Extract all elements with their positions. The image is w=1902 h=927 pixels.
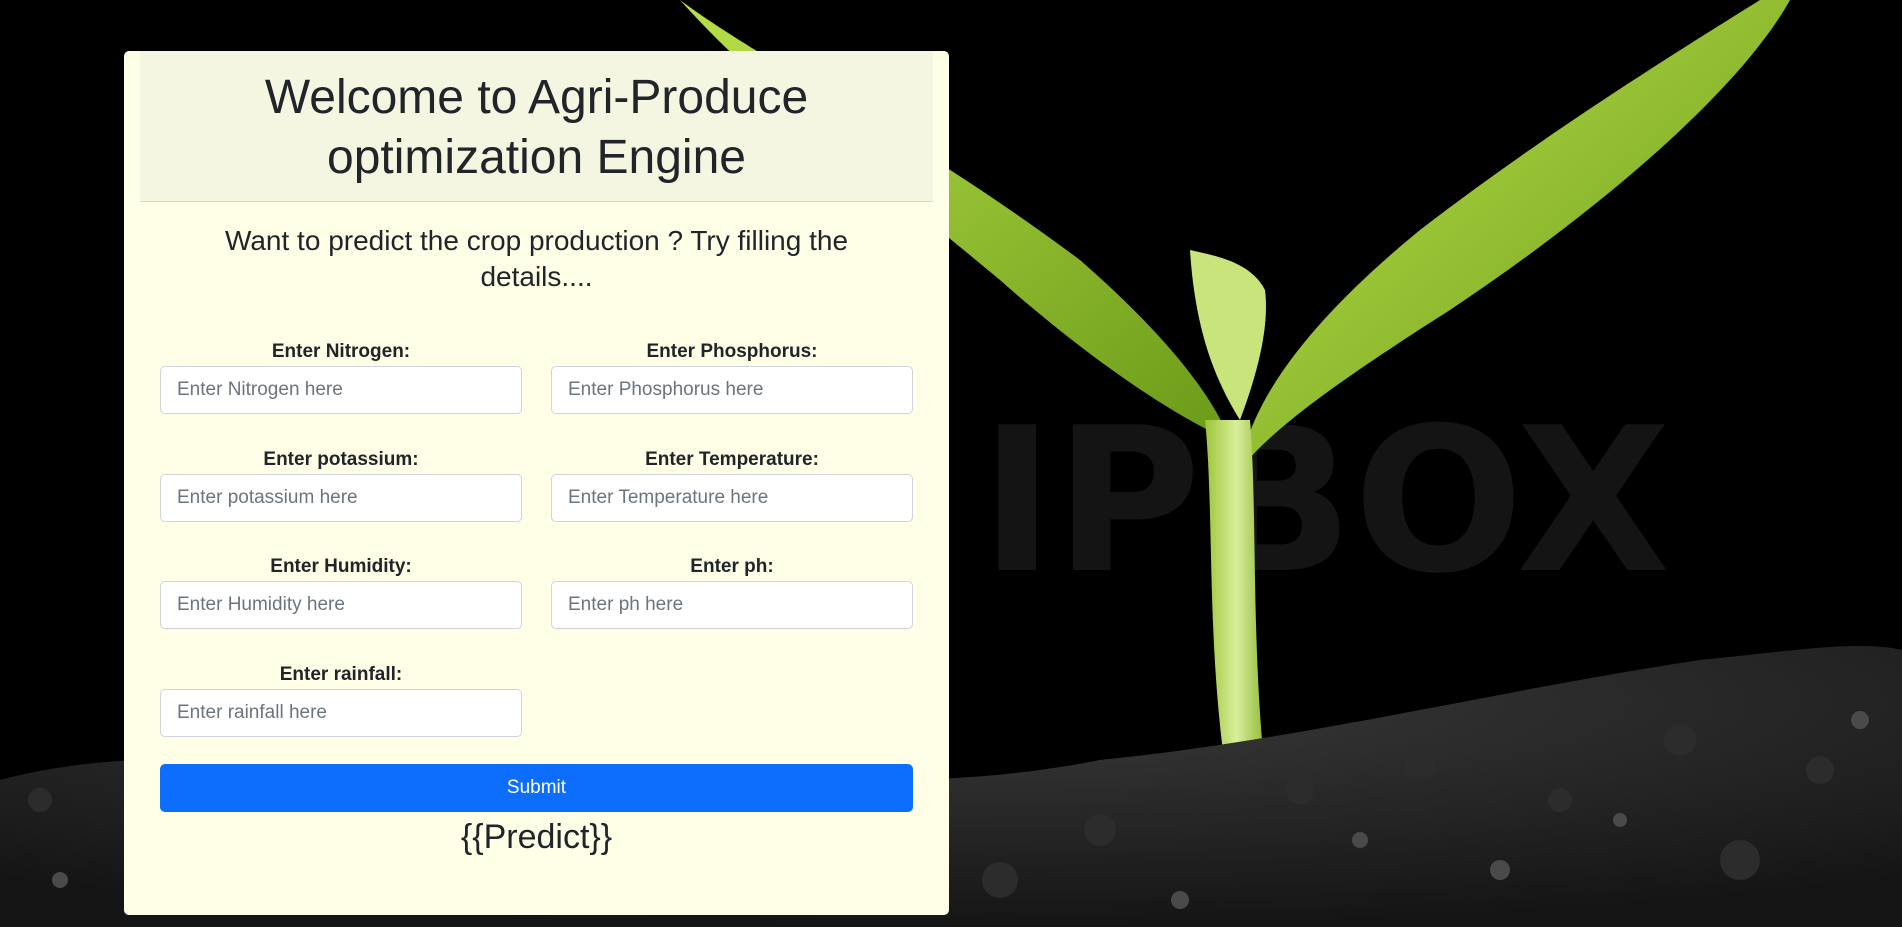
- subtitle-line-1: Want to predict the crop production ? Tr…: [224, 225, 849, 256]
- potassium-field-group: Enter potassium:: [160, 448, 522, 522]
- ph-field-group: Enter ph:: [551, 555, 913, 629]
- ph-input[interactable]: [551, 581, 913, 629]
- humidity-input[interactable]: [160, 581, 522, 629]
- form-subtitle: Want to predict the crop production ? Tr…: [140, 223, 933, 295]
- rainfall-field-group: Enter rainfall:: [160, 663, 522, 737]
- nitrogen-field-group: Enter Nitrogen:: [160, 340, 522, 414]
- humidity-label: Enter Humidity:: [270, 556, 412, 577]
- page-title: Welcome to Agri-Produce optimization Eng…: [265, 64, 808, 188]
- humidity-field-group: Enter Humidity:: [160, 555, 522, 629]
- ph-label: Enter ph:: [690, 556, 774, 577]
- nitrogen-input[interactable]: [160, 366, 522, 414]
- rainfall-input[interactable]: [160, 689, 522, 737]
- watermark: IPBOX: [980, 385, 1671, 618]
- submit-button[interactable]: Submit: [160, 764, 913, 812]
- nitrogen-label: Enter Nitrogen:: [271, 341, 411, 362]
- phosphorus-label: Enter Phosphorus:: [646, 341, 818, 362]
- rainfall-label: Enter rainfall:: [279, 664, 403, 685]
- potassium-input[interactable]: [160, 474, 522, 522]
- title-line-2: optimization Engine: [327, 131, 746, 184]
- prediction-result: {{Predict}}: [460, 818, 613, 856]
- phosphorus-field-group: Enter Phosphorus:: [551, 340, 913, 414]
- potassium-label: Enter potassium:: [263, 449, 419, 470]
- prediction-form-card: Welcome to Agri-Produce optimization Eng…: [124, 51, 949, 915]
- temperature-input[interactable]: [551, 474, 913, 522]
- temperature-field-group: Enter Temperature:: [551, 448, 913, 522]
- card-header: Welcome to Agri-Produce optimization Eng…: [140, 51, 933, 202]
- title-line-1: Welcome to Agri-Produce: [264, 71, 809, 124]
- phosphorus-input[interactable]: [551, 366, 913, 414]
- subtitle-line-2: details....: [480, 261, 593, 292]
- temperature-label: Enter Temperature:: [645, 449, 819, 470]
